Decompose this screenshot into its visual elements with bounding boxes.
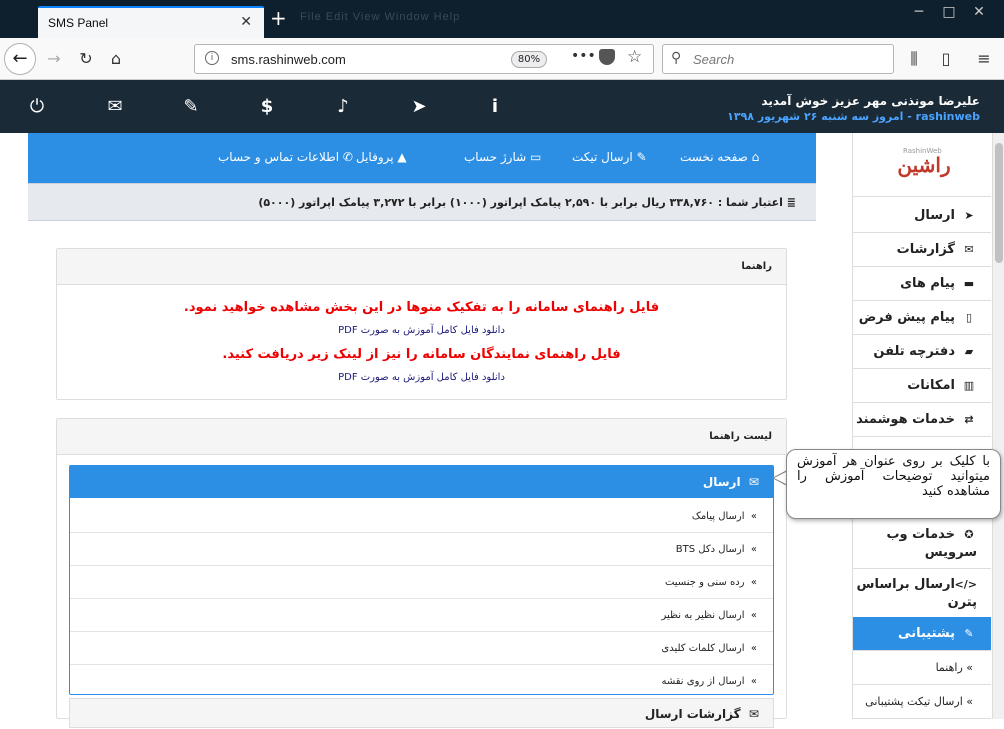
sidebar-item-send[interactable]: ➤ارسال (853, 199, 991, 233)
site-info-icon[interactable]: i (205, 51, 219, 65)
guide-list-title: لیست راهنما (57, 419, 786, 455)
pencil-icon: ✎ (964, 627, 974, 640)
guide-download-2[interactable]: دانلود فایل کامل آموزش به صورت PDF (57, 372, 786, 383)
url-text[interactable]: sms.rashinweb.com (231, 52, 346, 67)
power-icon[interactable]: ⏻ (24, 94, 50, 120)
maximize-icon[interactable]: □ (934, 0, 964, 24)
scrollbar[interactable] (992, 133, 1004, 719)
logo-text: راشین وب (897, 153, 951, 217)
list-item[interactable]: » رده سنی و جنسیت (70, 566, 773, 599)
tab-close-icon[interactable]: ✕ (240, 14, 252, 30)
chart-icon: ▥ (963, 379, 975, 392)
sidebar-item-pattern[interactable]: </>ارسال براساس پترن (853, 569, 991, 619)
nav-send-ticket[interactable]: ✎ ارسال تیکت (572, 150, 647, 164)
app-header: ⏻ ✉ ✎ $ ♪ ➤ i علیرضا مونذنی مهر عزیز خوش… (0, 80, 1004, 133)
bookmark-star-icon[interactable]: ☆ (627, 47, 642, 67)
list-item[interactable]: » ارسال کلمات کلیدی (70, 632, 773, 665)
list-item[interactable]: » ارسال نظیر به نظیر (70, 599, 773, 632)
tab-title: SMS Panel (48, 16, 109, 30)
zoom-level[interactable]: 80% (511, 51, 547, 68)
search-placeholder: Search (693, 52, 735, 67)
sidebar: RashinWeb راشین وب ➤ارسال ✉گزارشات ارسال… (852, 133, 992, 719)
credit-bar: ≣ اعتبار شما : ۳۳۸,۷۶۰ ریال برابر با ۲,۵… (28, 183, 816, 221)
sidebar-item-inbox[interactable]: ▬پیام های دریافتی (853, 267, 991, 325)
nav-charge[interactable]: ▭ شارژ حساب (464, 150, 541, 164)
code-icon: </> (954, 578, 977, 591)
sidebar-item-reports[interactable]: ✉گزارشات ارسال (853, 233, 991, 291)
envelope-icon: ✉ (964, 243, 974, 256)
accordion-send: ✉ ارسال » ارسال پیامک » ارسال دکل BTS » … (69, 465, 774, 695)
credit-text: ≣ اعتبار شما : ۳۳۸,۷۶۰ ریال برابر با ۲,۵… (258, 196, 796, 209)
browser-toolbar: ← → ↻ ⌂ i sms.rashinweb.com 80% ••• ☆ ⚲ … (0, 38, 1004, 80)
list-item[interactable]: » ارسال پیامک (70, 500, 773, 533)
main-content: ⌂ صفحه نخست ✎ ارسال تیکت ▭ شارژ حساب ▲ پ… (28, 133, 816, 728)
page-actions-icon[interactable]: ••• (571, 48, 596, 64)
info-icon[interactable]: i (482, 94, 508, 120)
minimize-icon[interactable]: ─ (904, 0, 934, 24)
guide-download-1[interactable]: دانلود فایل کامل آموزش به صورت PDF (57, 325, 786, 336)
search-icon: ⚲ (671, 50, 682, 66)
dollar-icon[interactable]: $ (254, 94, 280, 120)
search-bar[interactable]: ⚲ Search (662, 44, 894, 74)
guide-panel: راهنما فایل راهنمای سامانه را به تفکیک م… (56, 248, 787, 400)
nav-contact[interactable]: ✆ اطلاعات تماس و حساب (218, 150, 353, 164)
sidebar-sub-guide[interactable]: » راهنما (853, 651, 991, 685)
list-item[interactable]: » ارسال از روی نقشه (70, 665, 773, 698)
retweet-icon: ⇄ (964, 413, 974, 426)
pocket-icon[interactable] (599, 49, 615, 65)
accordion-reports[interactable]: ✉ گزارشات ارسال (69, 698, 774, 728)
browser-titlebar: File Edit View Window Help SMS Panel ✕ +… (0, 0, 1004, 38)
sidebar-item-phonebook[interactable]: ▰دفترچه تلفن (853, 335, 991, 369)
list-item[interactable]: » ارسال دکل BTS (70, 533, 773, 566)
forward-arrow-icon[interactable]: → (42, 47, 66, 71)
paper-plane-icon: ➤ (964, 209, 974, 222)
welcome-user: علیرضا مونذنی مهر عزیز خوش آمدید (761, 94, 980, 108)
cog-icon: ✪ (964, 528, 974, 541)
close-window-icon[interactable]: ✕ (964, 0, 994, 24)
sidebar-toggle-icon[interactable]: ▯ (934, 47, 958, 71)
scrollbar-thumb[interactable] (995, 143, 1003, 263)
sidebar-item-support[interactable]: ✎پشتیبانی (853, 617, 991, 651)
sidebar-sub-ticket[interactable]: » ارسال تیکت پشتیبانی (853, 685, 991, 719)
nav-home[interactable]: ⌂ صفحه نخست (680, 150, 759, 164)
window-menu-ghost: File Edit View Window Help (300, 11, 461, 23)
envelope-icon[interactable]: ✉ (102, 94, 128, 120)
guide-line-2: فایل راهنمای نمایندگان سامانه را نیز از … (222, 347, 621, 362)
url-bar[interactable]: i sms.rashinweb.com 80% ••• ☆ (194, 44, 654, 74)
inbox-icon: ▬ (963, 277, 975, 290)
logo: RashinWeb راشین وب (853, 133, 991, 217)
ticket-icon[interactable]: ✎ (178, 94, 204, 120)
top-nav: ⌂ صفحه نخست ✎ ارسال تیکت ▭ شارژ حساب ▲ پ… (28, 133, 816, 183)
sidebar-item-default-msg[interactable]: ▯پیام پیش فرض (853, 301, 991, 335)
new-tab-icon[interactable]: + (270, 8, 287, 28)
guide-title: راهنما (57, 249, 786, 285)
back-arrow-icon[interactable]: ← (4, 43, 36, 75)
library-icon[interactable]: ⫼ (902, 47, 926, 71)
sidebar-item-advanced[interactable]: ▥امکانات پیشرفته (853, 369, 991, 427)
nav-profile[interactable]: ▲ پروفایل (356, 150, 407, 164)
current-date: rashinweb - امروز سه شنبه ۲۶ شهریور ۱۳۹۸ (727, 110, 980, 123)
browser-tab[interactable]: SMS Panel ✕ (38, 6, 264, 38)
help-tooltip: با کلیک بر روی عنوان هر آموزش میتوانید ت… (786, 449, 1001, 519)
guide-line-1: فایل راهنمای سامانه را به تفکیک منوها در… (183, 300, 660, 315)
accordion-header[interactable]: ✉ ارسال (70, 466, 773, 498)
home-icon[interactable]: ⌂ (104, 47, 128, 71)
sidebar-item-webservice[interactable]: ✪خدمات وب سرویس (853, 519, 991, 569)
mobile-icon: ▯ (965, 311, 973, 324)
paper-plane-icon[interactable]: ➤ (406, 94, 432, 120)
bell-icon[interactable]: ♪ (330, 94, 356, 120)
hamburger-menu-icon[interactable]: ≡ (972, 47, 996, 71)
reload-icon[interactable]: ↻ (74, 47, 98, 71)
sidebar-item-smart[interactable]: ⇄خدمات هوشمند (853, 403, 991, 437)
book-icon: ▰ (964, 345, 974, 358)
